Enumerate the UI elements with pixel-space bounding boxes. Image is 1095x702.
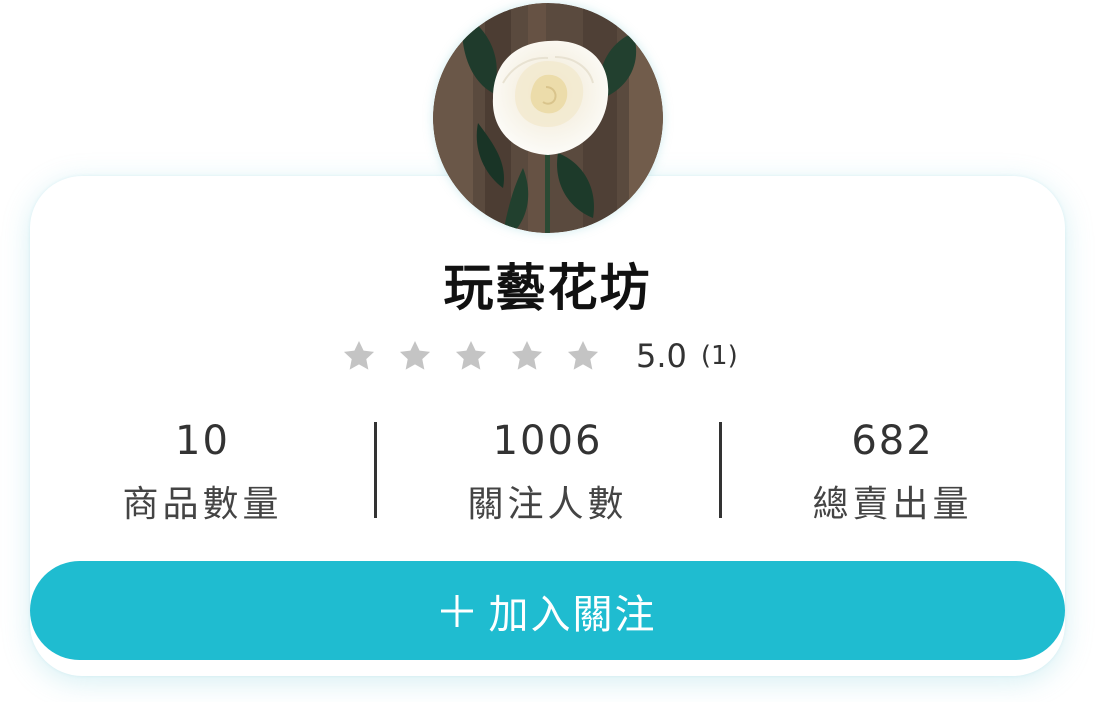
star-icon [567,340,599,370]
rating: 5.0 (1) [340,334,738,378]
stat-sold: 682 總賣出量 [720,414,1065,528]
shop-stats: 10 商品數量 1006 關注人數 682 總賣出量 [30,414,1065,534]
follow-button[interactable]: 加入關注 [30,561,1065,660]
stat-followers: 1006 關注人數 [375,414,720,528]
stat-followers-value: 1006 [492,418,603,464]
shop-name: 玩藝花坊 [443,259,652,317]
stat-sold-label: 總賣出量 [812,484,973,525]
rose-image [433,3,663,233]
star-icon [399,340,431,370]
stat-products-label: 商品數量 [122,484,283,525]
avatar[interactable] [433,3,663,233]
follow-button-label: 加入關注 [488,591,657,638]
star-icon [343,340,375,370]
rating-count: (1) [700,341,738,371]
stat-sold-value: 682 [851,418,934,464]
shop-profile: 玩藝花坊 5.0 (1) 10 商品數量 1006 關注人數 682 總賣出量 … [0,0,1095,702]
stat-products-value: 10 [175,418,230,464]
stat-products: 10 商品數量 [30,414,375,528]
rating-value: 5.0 [636,337,687,375]
stat-followers-label: 關注人數 [467,484,628,525]
star-icon [455,340,487,370]
plus-icon [440,594,473,627]
star-icon [511,340,543,370]
